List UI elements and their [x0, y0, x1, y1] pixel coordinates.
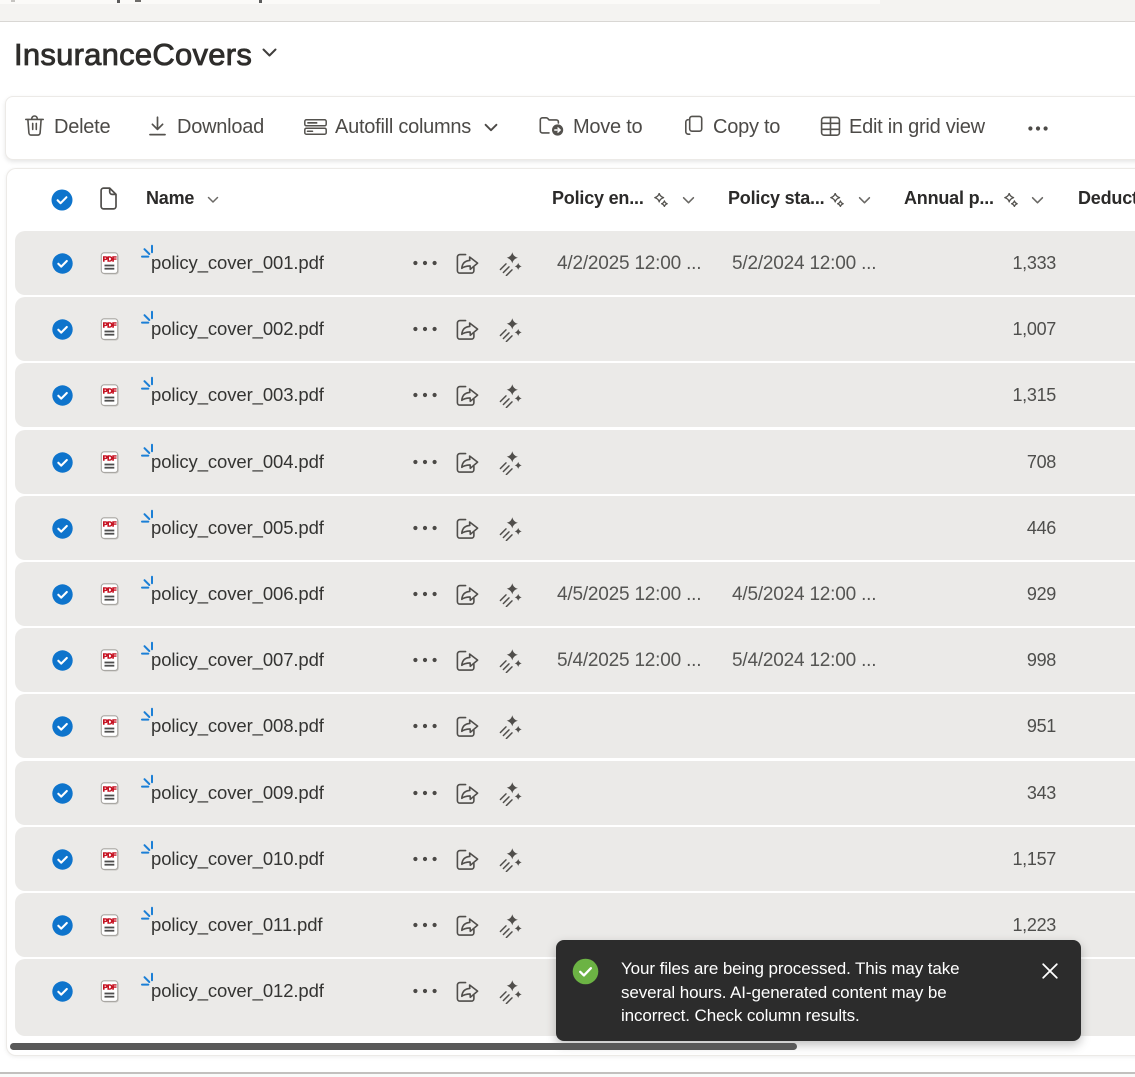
svg-text:PDF: PDF — [103, 255, 117, 264]
svg-text:PDF: PDF — [103, 652, 117, 661]
svg-text:PDF: PDF — [103, 321, 117, 330]
svg-text:PDF: PDF — [103, 983, 117, 992]
svg-text:PDF: PDF — [103, 718, 117, 727]
svg-text:PDF: PDF — [103, 454, 117, 463]
svg-text:PDF: PDF — [103, 520, 117, 529]
svg-text:PDF: PDF — [103, 917, 117, 926]
svg-text:PDF: PDF — [103, 586, 117, 595]
svg-text:PDF: PDF — [103, 851, 117, 860]
svg-text:PDF: PDF — [103, 387, 117, 396]
svg-text:PDF: PDF — [103, 785, 117, 794]
